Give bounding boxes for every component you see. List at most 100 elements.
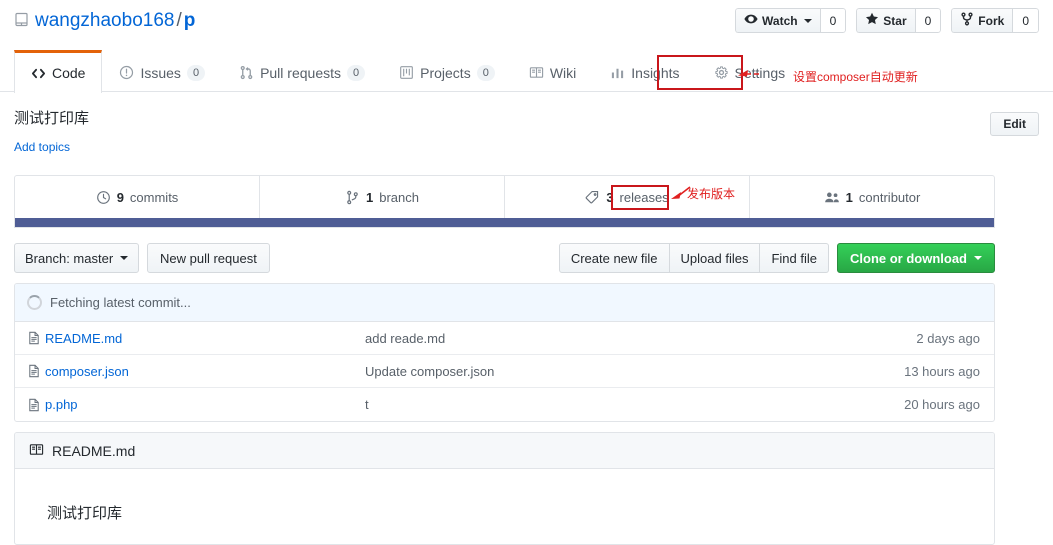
table-row[interactable]: README.md add reade.md 2 days ago: [15, 322, 994, 355]
file-icon: [15, 331, 45, 345]
create-new-file-button[interactable]: Create new file: [558, 243, 670, 273]
stat-commits-label: commits: [129, 190, 179, 205]
file-icon: [15, 364, 45, 378]
tab-settings[interactable]: Settings: [697, 50, 803, 92]
stat-contributors-label: contributor: [858, 190, 921, 205]
readme-content: 测试打印库: [15, 469, 994, 525]
repo-owner-link[interactable]: wangzhaobo168: [35, 10, 174, 31]
stat-commits[interactable]: 9 commits: [15, 176, 260, 219]
star-button[interactable]: Star: [856, 8, 915, 33]
star-icon: [865, 12, 879, 29]
latest-commit-row: Fetching latest commit...: [15, 284, 994, 322]
watch-label: Watch: [762, 13, 798, 28]
tab-pull-requests-count: 0: [347, 64, 366, 81]
branch-selector-label: Branch: master: [25, 250, 114, 266]
tab-code[interactable]: Code: [14, 50, 103, 93]
tab-projects[interactable]: Projects 0: [382, 50, 512, 92]
github-repo-page: wangzhaobo168/p Watch 0 Star 0 Fork 0 Co…: [0, 0, 1053, 545]
repo-separator: /: [176, 10, 182, 31]
tab-insights[interactable]: Insights: [593, 50, 696, 92]
file-list: Fetching latest commit... README.md add …: [14, 283, 995, 422]
file-commit-age: 13 hours ago: [904, 363, 980, 379]
new-pull-request-button[interactable]: New pull request: [147, 243, 270, 273]
file-name-link[interactable]: README.md: [45, 331, 365, 346]
fork-icon: [960, 12, 974, 29]
table-row[interactable]: composer.json Update composer.json 13 ho…: [15, 355, 994, 388]
file-commit-message[interactable]: t: [365, 397, 864, 412]
star-label: Star: [883, 13, 907, 28]
language-bar: [14, 218, 995, 228]
fork-count[interactable]: 0: [1012, 8, 1039, 33]
eye-icon: [744, 12, 758, 29]
file-name-link[interactable]: composer.json: [45, 364, 365, 379]
project-icon: [399, 65, 414, 80]
file-icon: [15, 398, 45, 412]
add-topics-link[interactable]: Add topics: [14, 140, 70, 154]
branch-icon: [345, 190, 360, 205]
tab-projects-count: 0: [476, 64, 495, 81]
table-row[interactable]: p.php t 20 hours ago: [15, 388, 994, 421]
readme-panel: README.md 测试打印库: [14, 432, 995, 545]
repo-breadcrumb: wangzhaobo168/p: [14, 8, 195, 36]
watch-button[interactable]: Watch: [735, 8, 820, 33]
chevron-down-icon: [120, 256, 129, 260]
book-icon: [529, 65, 544, 80]
readme-header: README.md: [15, 433, 994, 469]
tab-pull-requests[interactable]: Pull requests 0: [222, 50, 382, 92]
repo-stats-bar: 9 commits 1 branch 3 releases 1 contribu…: [14, 175, 995, 220]
readme-title: README.md: [52, 442, 136, 459]
history-icon: [96, 190, 111, 205]
tab-issues[interactable]: Issues 0: [102, 50, 222, 92]
loading-spinner-icon: [27, 295, 42, 310]
branch-selector-button[interactable]: Branch: master: [14, 243, 140, 273]
people-icon: [824, 190, 840, 205]
book-icon: [29, 442, 44, 460]
tab-wiki[interactable]: Wiki: [512, 50, 593, 92]
code-icon: [31, 66, 46, 81]
clone-or-download-button[interactable]: Clone or download: [837, 243, 995, 273]
chevron-down-icon: [974, 256, 982, 260]
file-commit-message[interactable]: Update composer.json: [365, 364, 864, 379]
tab-insights-label: Insights: [631, 64, 680, 81]
stat-branches-value: 1: [366, 190, 374, 205]
fork-button[interactable]: Fork: [951, 8, 1013, 33]
clone-or-download-label: Clone or download: [850, 250, 967, 266]
readme-heading: 测试打印库: [47, 505, 123, 522]
repo-icon: [14, 10, 30, 36]
watch-group: Watch 0: [735, 8, 847, 33]
social-buttons: Watch 0 Star 0 Fork 0: [735, 8, 1039, 33]
repo-header: wangzhaobo168/p Watch 0 Star 0 Fork 0: [0, 0, 1053, 46]
watch-count[interactable]: 0: [819, 8, 847, 33]
tab-pull-requests-label: Pull requests: [260, 64, 341, 81]
stat-contributors[interactable]: 1 contributor: [750, 176, 994, 219]
language-segment-php[interactable]: [15, 218, 994, 227]
stat-branches[interactable]: 1 branch: [260, 176, 505, 219]
git-pull-request-icon: [239, 65, 254, 80]
file-commit-message[interactable]: add reade.md: [365, 331, 864, 346]
upload-files-button[interactable]: Upload files: [669, 243, 761, 273]
stat-contributors-value: 1: [845, 190, 853, 205]
repo-toolbar: Branch: master New pull request Create n…: [14, 243, 995, 273]
file-name-link[interactable]: p.php: [45, 397, 365, 412]
file-actions-group: Create new file Upload files Find file: [558, 243, 829, 273]
tag-icon: [585, 190, 600, 205]
graph-icon: [610, 65, 625, 80]
edit-button[interactable]: Edit: [990, 112, 1039, 136]
tab-issues-count: 0: [186, 64, 206, 81]
gear-icon: [714, 65, 729, 80]
stat-releases[interactable]: 3 releases: [505, 176, 750, 219]
file-commit-age: 2 days ago: [916, 330, 980, 346]
fetch-status-text: Fetching latest commit...: [50, 295, 191, 310]
file-commit-age: 20 hours ago: [904, 397, 980, 412]
repo-description: 测试打印库: [14, 110, 90, 127]
find-file-button[interactable]: Find file: [760, 243, 829, 273]
repo-description-block: 测试打印库 Add topics: [14, 108, 714, 156]
fork-group: Fork 0: [951, 8, 1039, 33]
tab-settings-label: Settings: [734, 64, 786, 81]
fork-label: Fork: [978, 13, 1005, 28]
star-count[interactable]: 0: [914, 8, 942, 33]
star-group: Star 0: [856, 8, 942, 33]
repo-name-link[interactable]: p: [184, 10, 196, 31]
stat-commits-value: 9: [116, 190, 124, 205]
tab-code-label: Code: [52, 65, 86, 81]
